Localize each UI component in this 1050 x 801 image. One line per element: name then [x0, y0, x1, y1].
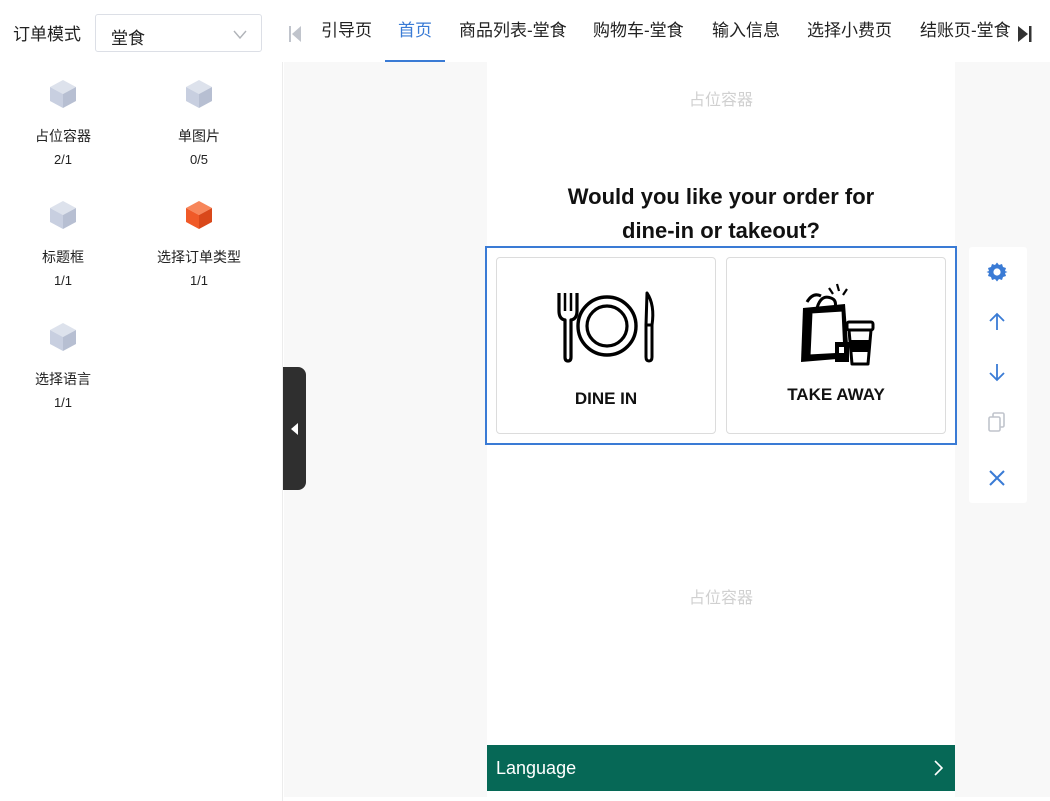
dine-in-label: DINE IN — [574, 389, 638, 408]
component-count: 1/1 — [53, 273, 73, 288]
caret-left-icon — [291, 423, 298, 435]
component-placeholder-container[interactable]: 占位容器 2/1 — [3, 78, 123, 167]
tab-scroll-next-icon[interactable] — [1017, 25, 1033, 43]
component-single-image[interactable]: 单图片 0/5 — [139, 78, 259, 167]
arrow-down-icon[interactable] — [986, 361, 1008, 383]
tab-select-tip[interactable]: 选择小费页 — [794, 0, 905, 62]
plate-cutlery-icon — [557, 291, 655, 363]
component-count: 1/1 — [53, 395, 73, 410]
cube-icon — [50, 323, 76, 351]
component-select-order-type[interactable]: 选择订单类型 1/1 — [139, 199, 259, 288]
cube-icon — [186, 80, 212, 108]
order-mode-label: 订单模式 — [13, 25, 81, 44]
take-away-label: TAKE AWAY — [787, 385, 885, 404]
component-name: 选择语言 — [35, 371, 91, 387]
gear-icon[interactable] — [986, 261, 1008, 283]
copy-icon[interactable] — [986, 411, 1008, 433]
language-label: Language — [496, 758, 577, 778]
component-select-language[interactable]: 选择语言 1/1 — [3, 321, 123, 410]
order-type-question: Would you like your order for dine-in or… — [487, 180, 955, 248]
placeholder-container-bottom[interactable]: 占位容器 — [487, 584, 955, 608]
tab-scroll-prev-icon[interactable] — [288, 25, 302, 43]
question-line-2: dine-in or takeout? — [622, 218, 820, 243]
panel-collapse-handle[interactable] — [283, 367, 306, 490]
arrow-up-icon[interactable] — [986, 311, 1008, 333]
component-name: 选择订单类型 — [157, 249, 241, 265]
component-panel — [0, 62, 283, 801]
order-mode-value: 堂食 — [111, 29, 145, 48]
component-name: 单图片 — [178, 128, 220, 144]
component-count: 0/5 — [189, 152, 209, 167]
cube-icon — [50, 80, 76, 108]
tab-guide[interactable]: 引导页 — [308, 0, 385, 62]
cube-icon — [186, 201, 212, 229]
chevron-down-icon — [233, 30, 247, 39]
component-count: 1/1 — [189, 273, 209, 288]
take-away-option[interactable]: TAKE AWAY — [726, 257, 946, 434]
component-name: 标题框 — [42, 249, 84, 265]
page-tabs: 引导页 首页 商品列表-堂食 购物车-堂食 输入信息 选择小费页 结账页-堂食 — [308, 0, 1014, 62]
placeholder-container-top[interactable]: 占位容器 — [487, 86, 955, 110]
tab-home[interactable]: 首页 — [385, 0, 445, 62]
component-title-box[interactable]: 标题框 1/1 — [3, 199, 123, 288]
question-line-1: Would you like your order for — [567, 184, 875, 209]
tab-checkout[interactable]: 结账页-堂食 — [907, 0, 1014, 62]
tab-cart[interactable]: 购物车-堂食 — [580, 0, 697, 62]
order-mode-select[interactable]: 堂食 — [95, 14, 262, 52]
takeaway-bag-icon — [801, 283, 875, 366]
component-name: 占位容器 — [35, 128, 91, 144]
top-bar: 订单模式 堂食 引导页 首页 商品列表-堂食 购物车-堂食 输入信息 选择小费页… — [0, 0, 1050, 62]
close-icon[interactable] — [986, 467, 1008, 489]
component-toolbar — [969, 247, 1027, 503]
tab-product-list[interactable]: 商品列表-堂食 — [446, 0, 580, 62]
cube-icon — [50, 201, 76, 229]
chevron-right-icon — [934, 760, 943, 776]
component-count: 2/1 — [53, 152, 73, 167]
dine-in-option[interactable]: DINE IN — [496, 257, 716, 434]
language-bar[interactable]: Language — [487, 745, 955, 791]
tab-input-info[interactable]: 输入信息 — [699, 0, 793, 62]
